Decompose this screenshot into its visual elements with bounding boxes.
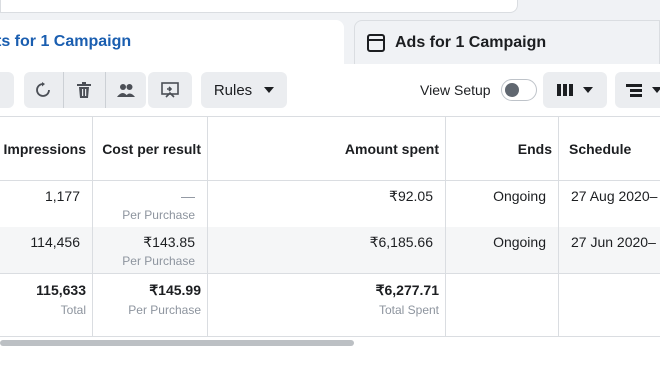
column-divider bbox=[207, 116, 208, 336]
view-setup: View Setup bbox=[420, 72, 537, 108]
row1-cost: — bbox=[181, 188, 195, 204]
people-icon bbox=[117, 84, 135, 97]
toolbar: Rules View Setup bbox=[0, 72, 660, 108]
header-schedule[interactable]: Schedule bbox=[569, 141, 631, 157]
table-border bbox=[0, 336, 660, 337]
table-border bbox=[0, 116, 660, 117]
chevron-down-icon bbox=[264, 87, 275, 93]
top-panel bbox=[0, 0, 518, 13]
trash-icon bbox=[77, 82, 91, 98]
row1-ends: Ongoing bbox=[493, 188, 546, 204]
row2-impressions: 114,456 bbox=[30, 234, 80, 250]
row2-cost-sub: Per Purchase bbox=[122, 254, 195, 268]
total-cost-sub: Per Purchase bbox=[128, 303, 201, 317]
refresh-button[interactable] bbox=[24, 72, 62, 108]
header-amount-spent[interactable]: Amount spent bbox=[345, 141, 439, 157]
delete-button[interactable] bbox=[64, 72, 104, 108]
row1-cost-sub: Per Purchase bbox=[122, 208, 195, 222]
row1-impressions: 1,177 bbox=[44, 188, 80, 204]
column-divider bbox=[445, 116, 446, 336]
header-impressions[interactable]: Impressions bbox=[4, 141, 86, 157]
row1-amount: ₹92.05 bbox=[389, 188, 433, 204]
row1-schedule: 27 Aug 2020– bbox=[571, 188, 658, 204]
table-row-background bbox=[0, 227, 660, 273]
rules-dropdown[interactable]: Rules bbox=[201, 72, 287, 108]
view-setup-label: View Setup bbox=[420, 82, 491, 98]
tab-ad-sets[interactable]: ts for 1 Campaign bbox=[0, 20, 344, 64]
row2-cost: ₹143.85 bbox=[143, 234, 195, 250]
horizontal-scrollbar[interactable] bbox=[0, 340, 354, 346]
column-divider bbox=[558, 116, 559, 336]
view-setup-toggle[interactable] bbox=[500, 79, 537, 101]
ab-test-button[interactable] bbox=[106, 72, 146, 108]
ad-window-icon bbox=[367, 33, 385, 52]
breakdown-icon bbox=[626, 84, 642, 97]
columns-icon bbox=[557, 84, 573, 96]
toggle-knob bbox=[504, 83, 519, 97]
header-ends[interactable]: Ends bbox=[518, 141, 552, 157]
chevron-down-icon bbox=[583, 87, 593, 93]
toolbar-edit-button[interactable] bbox=[0, 72, 14, 108]
row2-amount: ₹6,185.66 bbox=[369, 234, 433, 250]
export-icon bbox=[161, 82, 179, 98]
refresh-icon bbox=[36, 82, 50, 97]
header-cost-per-result[interactable]: Cost per result bbox=[102, 141, 201, 157]
tab-ads-label: Ads for 1 Campaign bbox=[395, 33, 547, 51]
column-divider bbox=[92, 116, 93, 336]
rules-label: Rules bbox=[213, 81, 253, 99]
total-amount-sub: Total Spent bbox=[378, 303, 439, 317]
breakdown-dropdown[interactable] bbox=[615, 72, 660, 108]
columns-dropdown[interactable] bbox=[543, 72, 607, 108]
total-amount: ₹6,277.71 bbox=[375, 282, 439, 298]
row2-schedule: 27 Jun 2020– bbox=[571, 234, 656, 250]
export-button[interactable] bbox=[148, 72, 192, 108]
tab-ad-sets-label: ts for 1 Campaign bbox=[0, 33, 132, 50]
chevron-down-icon bbox=[652, 87, 660, 93]
tab-ads[interactable]: Ads for 1 Campaign bbox=[354, 20, 660, 64]
total-impressions: 115,633 bbox=[36, 282, 86, 298]
table-border bbox=[0, 273, 660, 274]
total-cost: ₹145.99 bbox=[149, 282, 201, 298]
ads-manager-view: ts for 1 Campaign Ads for 1 Campaign Rul… bbox=[0, 0, 660, 392]
total-impressions-sub: Total bbox=[60, 303, 86, 317]
table-border bbox=[0, 180, 660, 181]
row2-ends: Ongoing bbox=[493, 234, 546, 250]
